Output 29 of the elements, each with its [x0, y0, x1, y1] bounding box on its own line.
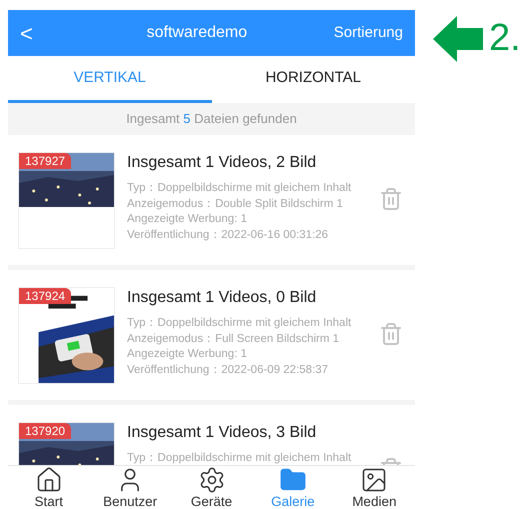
card-title: Insgesamt 1 Videos, 3 Bild — [127, 423, 318, 443]
gallery-card[interactable]: 137924 Insgesamt 1 Videos, 0 Bild Typ：Doppelbildschirme mit gleichem Inhalt Anzeigemodus：Full Screen Bildschirm 1 Angezeigte Werbung: 1 Veröffentlichung：2022-06-09 22:58:37 — [8, 270, 415, 400]
detail-text: Angezeigte Werbung: 1 — [127, 212, 248, 227]
detail-text: Veröffentlichung：2022-06-16 00:31:26 — [127, 228, 330, 242]
nav-tab[interactable]: Geräte — [170, 466, 252, 509]
arrow-icon — [433, 16, 483, 62]
detail-text: Anzeigemodus：Double Split Bildschirm 1 — [127, 196, 344, 212]
tab[interactable]: HORIZONTAL — [212, 56, 415, 103]
detail-text: Angezeigte Werbung: 1 — [127, 347, 248, 362]
gallery-card[interactable]: 137927 Insgesamt 1 Videos, 2 Bild Typ：Doppelbildschirme mit gleichem Inhalt Anzeigemodus：Double Split Bildschirm 1 Angezeigte Werbung: 1 Veröffentlichung：2022-06-16 00:31:26 — [8, 135, 415, 265]
image-icon — [360, 466, 388, 494]
nav-tab[interactable]: Medien — [334, 466, 416, 509]
detail-text: Typ：Doppelbildschirme mit gleichem Inhalt — [127, 451, 352, 465]
result-count-text: Ingesamt 5 Dateien gefunden — [126, 110, 297, 128]
detail-text: Veröffentlichung：2022-06-09 22:58:37 — [127, 362, 330, 378]
card-title: Insgesamt 1 Videos, 2 Bild — [127, 153, 318, 173]
id-badge: 137927 — [19, 153, 72, 169]
id-badge: 137924 — [19, 288, 72, 304]
nav-tab[interactable]: Start — [8, 466, 90, 509]
card-title: Insgesamt 1 Videos, 0 Bild — [127, 288, 318, 308]
gallery-card[interactable]: 137920 Insgesamt 1 Videos, 3 Bild Typ：Doppelbildschirme mit gleichem Inhalt — [8, 405, 415, 465]
nav-tab[interactable]: Benutzer — [89, 466, 171, 509]
page-title: softwaredemo — [146, 23, 248, 43]
id-badge: 137920 — [19, 423, 72, 439]
step-number: 2. — [489, 16, 521, 60]
detail-text: Typ：Doppelbildschirme mit gleichem Inhalt — [127, 181, 352, 196]
home-icon — [34, 466, 63, 494]
detail-text: Anzeigemodus：Full Screen Bildschirm 1 — [127, 332, 340, 346]
detail-text: Typ：Doppelbildschirme mit gleichem Inhalt — [127, 316, 352, 331]
